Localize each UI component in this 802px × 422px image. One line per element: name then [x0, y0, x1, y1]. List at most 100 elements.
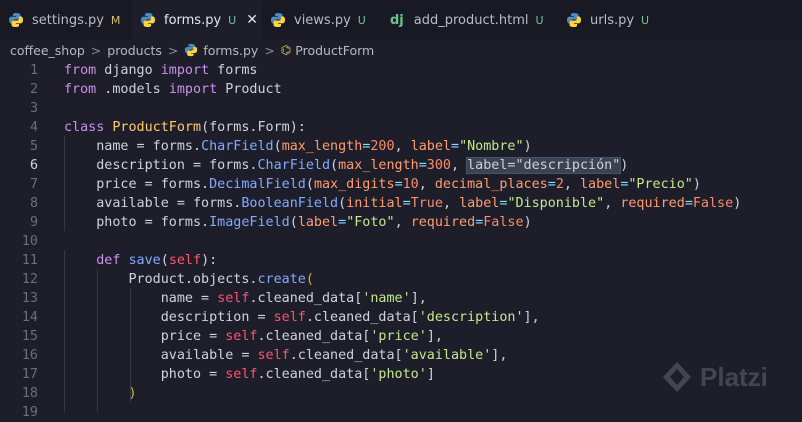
- tab-forms-py[interactable]: forms.py U ✕: [132, 0, 262, 40]
- code-token: ]: [426, 367, 435, 382]
- code-token: 'available': [402, 348, 492, 363]
- code-token: True: [410, 196, 443, 211]
- code-token: required: [410, 215, 476, 230]
- line-number: 2: [29, 82, 38, 97]
- code-token: import: [160, 63, 210, 78]
- code-line[interactable]: 3: [0, 99, 802, 118]
- code-text: available = forms.BooleanField(initial=T…: [64, 194, 741, 213]
- code-line[interactable]: 5 name = forms.CharField(max_length = 200,…: [0, 137, 802, 156]
- code-line[interactable]: 8 available = forms.BooleanField(initial…: [0, 194, 802, 213]
- code-text: photo = forms.ImageField(label="Foto", r…: [64, 213, 531, 232]
- tab-add_product-html[interactable]: dj add_product.html U: [382, 0, 558, 40]
- code-token: price = forms.: [64, 177, 210, 192]
- code-token: =: [394, 177, 403, 192]
- code-token: .cleaned_data[: [289, 348, 403, 363]
- code-token: =: [451, 139, 460, 154]
- breadcrumb-item[interactable]: coffee_shop: [10, 43, 85, 58]
- python-icon: [566, 12, 582, 28]
- platzi-logo-icon: [663, 362, 691, 392]
- line-number: 4: [29, 120, 38, 135]
- code-token: CharField: [257, 158, 331, 173]
- code-token: max_length: [338, 158, 419, 173]
- code-token: "Precio": [628, 177, 693, 192]
- tab-bar: settings.py Mforms.py U ✕ views.py Udj add_pro…: [0, 0, 802, 40]
- code-token: class: [64, 120, 105, 135]
- code-token: max_digits: [313, 177, 395, 192]
- code-text: price = forms.DecimalField(max_digits=10…: [64, 175, 701, 194]
- breadcrumb-item[interactable]: products: [107, 43, 162, 58]
- git-status-badge: U: [535, 13, 544, 27]
- breadcrumb-item[interactable]: ProductForm: [295, 43, 374, 58]
- code-token: label: [580, 177, 621, 192]
- code-token: ): [128, 386, 137, 401]
- close-icon[interactable]: ✕: [246, 12, 258, 28]
- code-text: name = forms.CharField(max_length = 200, l…: [64, 137, 532, 156]
- code-token: (: [330, 158, 339, 173]
- line-number: 7: [29, 177, 38, 192]
- code-token: description =: [64, 310, 274, 325]
- tab-urls-py[interactable]: urls.py U: [558, 0, 688, 40]
- code-token: forms: [209, 63, 258, 78]
- code-token: save: [128, 253, 161, 268]
- code-token: self: [225, 329, 258, 344]
- code-token: Product: [217, 82, 282, 97]
- code-line[interactable]: 19: [0, 403, 802, 422]
- code-token: def: [96, 253, 121, 268]
- code-token: max_length: [281, 139, 363, 154]
- code-line[interactable]: 13 name = self.cleaned_data['name'],: [0, 289, 802, 308]
- breadcrumb-item[interactable]: forms.py: [203, 43, 258, 58]
- code-token: from: [64, 63, 97, 78]
- code-line[interactable]: 6 description = forms.CharField(max_leng…: [0, 156, 802, 175]
- code-text: from django import forms: [64, 61, 258, 80]
- code-token: create: [257, 272, 306, 287]
- code-token: name = forms.: [64, 139, 202, 154]
- line-number: 9: [29, 215, 38, 230]
- code-token: photo =: [64, 367, 226, 382]
- code-line[interactable]: 12 Product.objects.create(: [0, 270, 802, 289]
- code-token: available =: [64, 348, 258, 363]
- code-token: self: [168, 253, 202, 268]
- code-token: django: [96, 63, 161, 78]
- code-token: 10: [402, 177, 419, 192]
- code-token: ],: [491, 348, 508, 363]
- code-token: CharField: [201, 139, 274, 154]
- code-token: BooleanField: [241, 196, 339, 211]
- code-token: self: [225, 367, 258, 382]
- code-token: ],: [523, 310, 540, 325]
- tab-settings-py[interactable]: settings.py M: [0, 0, 132, 40]
- code-text: from .models import Product: [64, 80, 282, 99]
- code-token: (: [289, 215, 298, 230]
- tab-views-py[interactable]: views.py U: [262, 0, 382, 40]
- code-token: ): [692, 177, 701, 192]
- code-token: (forms.Form):: [201, 120, 306, 135]
- django-icon: dj: [390, 12, 404, 28]
- code-token: ,: [442, 196, 460, 211]
- line-number: 13: [21, 291, 38, 306]
- git-status-badge: U: [641, 13, 650, 27]
- code-line[interactable]: 2 from .models import Product: [0, 80, 802, 99]
- python-icon: [140, 12, 156, 28]
- python-icon: [184, 43, 198, 57]
- code-token: from: [64, 82, 97, 97]
- code-line[interactable]: 15 price = self.cleaned_data['price'],: [0, 327, 802, 346]
- git-status-badge: U: [357, 13, 366, 27]
- code-token: .cleaned_data[: [249, 291, 363, 306]
- code-line[interactable]: 11 def save(self):: [0, 251, 802, 270]
- breadcrumb-separator: >: [90, 42, 102, 58]
- code-token: ,: [450, 158, 468, 173]
- code-line[interactable]: 1 from django import forms: [0, 61, 802, 80]
- code-text: description = forms.CharField(max_length…: [64, 156, 628, 175]
- code-line[interactable]: 14 description = self.cleaned_data['desc…: [0, 308, 802, 327]
- watermark-text: Platzi: [700, 361, 768, 392]
- code-line[interactable]: 10: [0, 232, 802, 251]
- code-token: price =: [64, 329, 226, 344]
- python-icon: [8, 12, 24, 28]
- code-token: ): [523, 139, 532, 154]
- code-line[interactable]: 7 price = forms.DecimalField(max_digits=…: [0, 175, 802, 194]
- class-symbol-icon: ⌬: [280, 43, 292, 57]
- code-line[interactable]: 9 photo = forms.ImageField(label="Foto",…: [0, 213, 802, 232]
- code-token: ,: [563, 177, 580, 192]
- code-line[interactable]: 4 class ProductForm(forms.Form):: [0, 118, 802, 137]
- code-token: available = forms.: [64, 196, 242, 211]
- code-token: =: [547, 177, 556, 192]
